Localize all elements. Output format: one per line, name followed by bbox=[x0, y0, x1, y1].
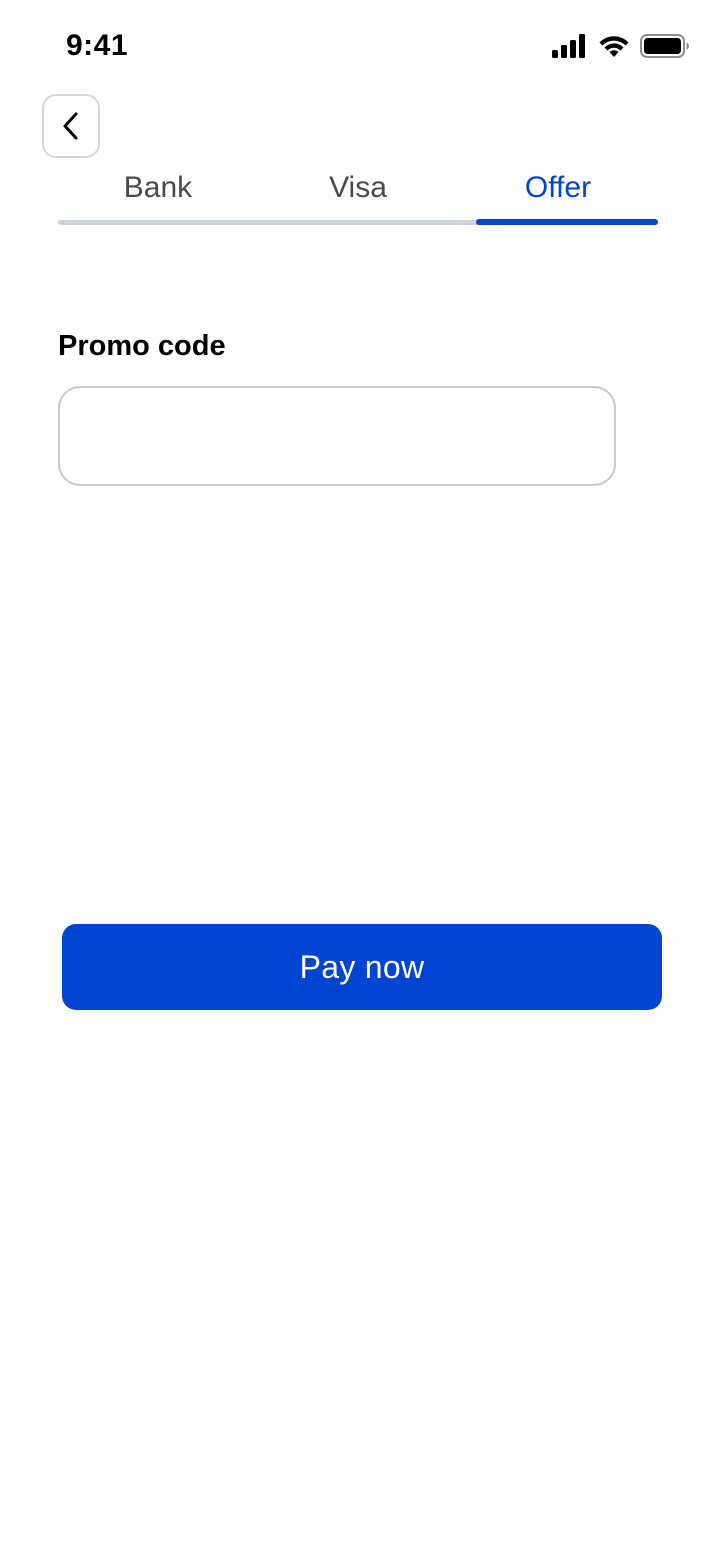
cellular-signal-icon bbox=[552, 34, 585, 58]
tab-active-indicator bbox=[476, 219, 658, 225]
tab-visa[interactable]: Visa bbox=[258, 168, 458, 208]
tab-offer[interactable]: Offer bbox=[458, 168, 658, 208]
tab-bank[interactable]: Bank bbox=[58, 168, 258, 208]
status-icons bbox=[552, 32, 690, 60]
wifi-icon bbox=[599, 36, 629, 57]
back-button[interactable] bbox=[42, 94, 100, 158]
promo-code-input[interactable] bbox=[58, 386, 616, 486]
status-time: 9:41 bbox=[66, 29, 129, 62]
promo-code-label: Promo code bbox=[58, 330, 226, 362]
pay-now-label: Pay now bbox=[299, 948, 425, 985]
chevron-left-icon bbox=[63, 112, 78, 140]
payment-tabs: Bank Visa Offer bbox=[58, 168, 658, 228]
battery-icon bbox=[640, 34, 689, 58]
pay-now-button[interactable]: Pay now bbox=[62, 924, 662, 1010]
